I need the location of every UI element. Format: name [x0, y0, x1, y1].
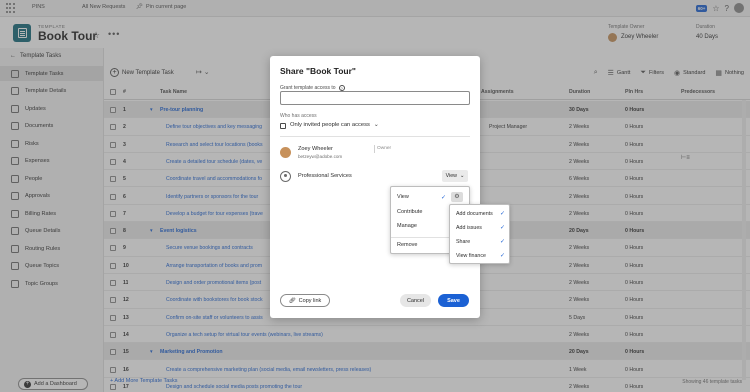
perm-share[interactable]: Share: [456, 239, 470, 245]
checkmark-icon: ✓: [500, 225, 506, 231]
checkmark-icon: ✓: [500, 253, 506, 259]
permission-dropdown[interactable]: View ⌄: [442, 170, 468, 182]
cancel-button[interactable]: Cancel: [400, 294, 431, 307]
owner-tag: Owner: [377, 146, 392, 151]
permission-option-contribute[interactable]: Contribute: [397, 209, 422, 215]
user-email: betzeyw@adobe.com: [298, 154, 343, 159]
user-name: Zoey Wheeler: [298, 146, 333, 152]
grant-access-input[interactable]: [280, 91, 470, 105]
lock-icon: [280, 123, 286, 129]
advanced-settings-icon[interactable]: ⚙: [451, 192, 463, 202]
save-button[interactable]: Save: [438, 294, 469, 307]
advanced-permissions-menu: Add documents ✓ Add issues ✓ Share ✓ Vie…: [449, 204, 510, 264]
permission-option-view[interactable]: View: [397, 194, 409, 200]
perm-add-documents[interactable]: Add documents: [456, 211, 493, 217]
divider: [280, 136, 470, 137]
link-icon: 🔗︎: [288, 297, 296, 304]
permission-option-manage[interactable]: Manage: [397, 223, 417, 229]
dialog-title: Share "Book Tour": [280, 66, 356, 76]
user-avatar: [280, 147, 291, 158]
who-has-access-label: Who has access: [280, 113, 317, 119]
chevron-down-icon: ⌄: [373, 122, 379, 128]
copy-link-button[interactable]: 🔗︎ Copy link: [280, 294, 330, 307]
perm-add-issues[interactable]: Add issues: [456, 225, 482, 231]
checkmark-icon: ✓: [500, 211, 506, 217]
divider: [374, 145, 375, 153]
checkmark-icon: ✓: [500, 239, 506, 245]
access-level-dropdown[interactable]: Only invited people can access ⌄: [280, 122, 379, 129]
team-icon: [280, 171, 291, 182]
permission-option-remove[interactable]: Remove: [397, 242, 417, 248]
perm-view-finance[interactable]: View finance: [456, 253, 486, 259]
team-name: Professional Services: [298, 173, 352, 179]
chevron-down-icon: ⌄: [459, 173, 465, 179]
checkmark-icon: ✓: [441, 195, 447, 201]
